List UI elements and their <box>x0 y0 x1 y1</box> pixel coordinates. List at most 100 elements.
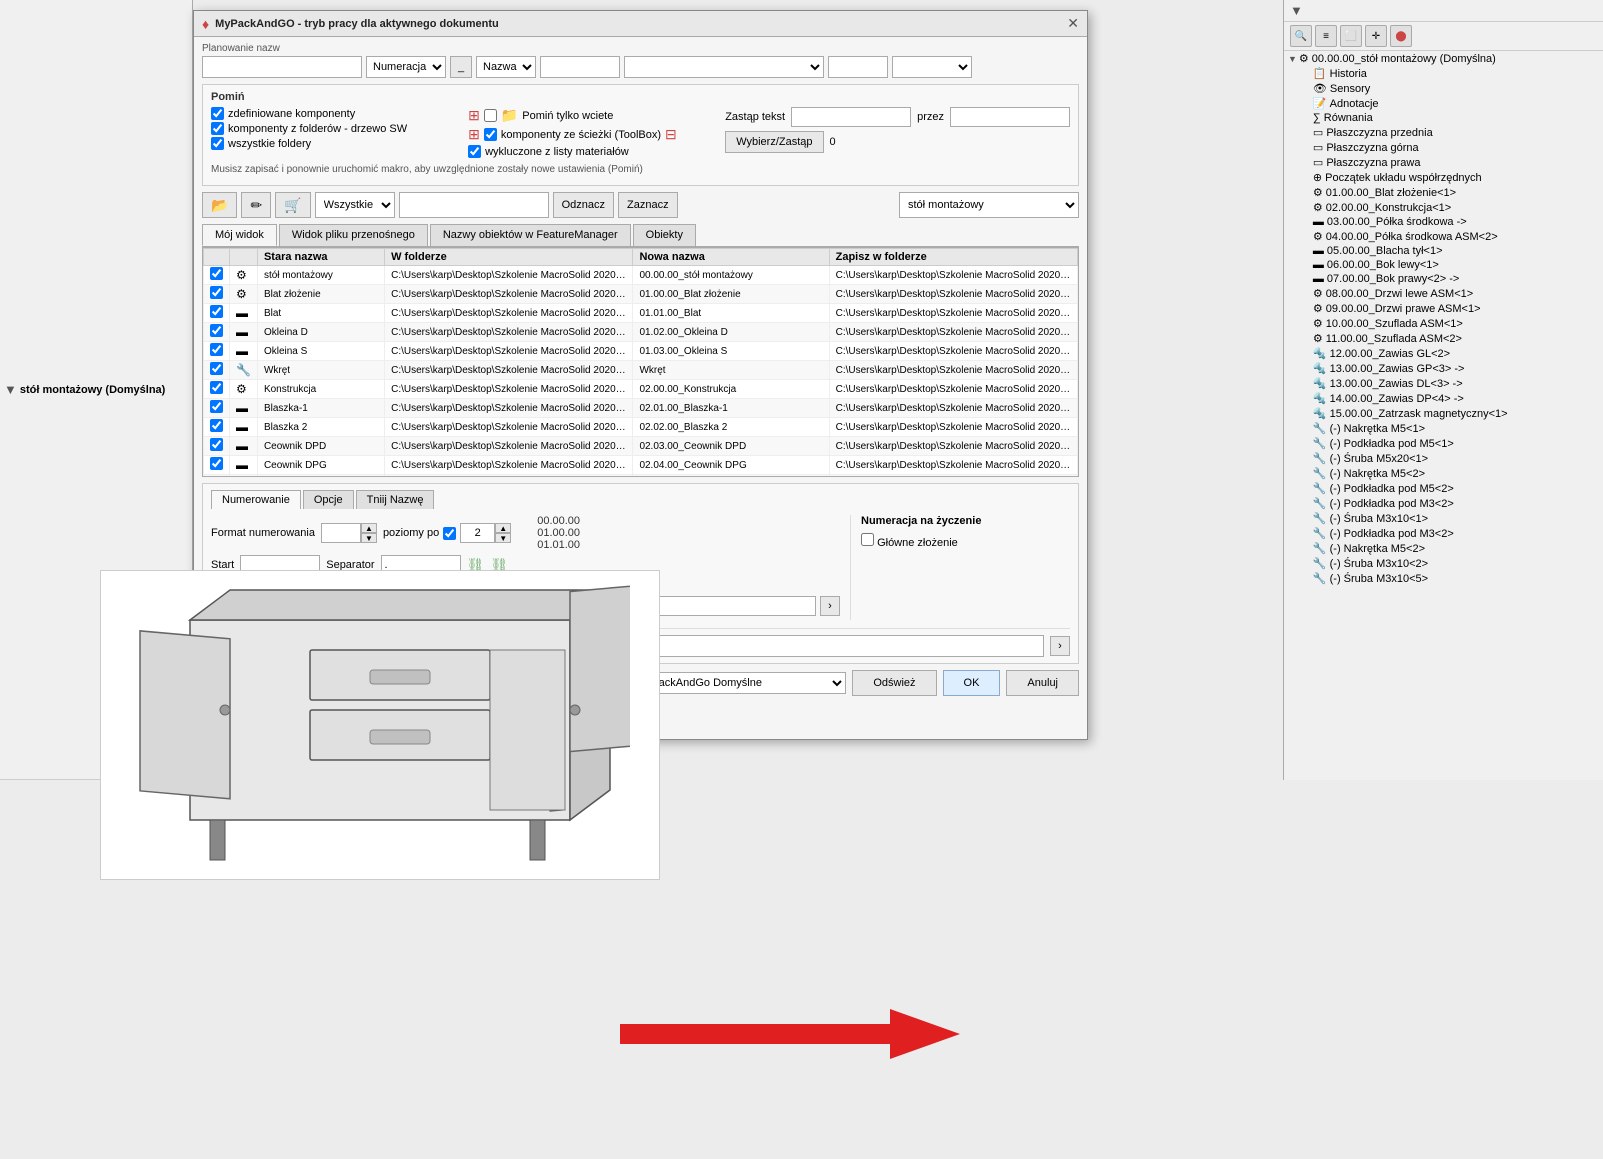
check-komp-fold-input[interactable] <box>211 122 224 135</box>
poziomy-spin-down[interactable]: ▼ <box>495 533 511 543</box>
folder-open-button[interactable]: 📂 <box>202 192 237 218</box>
check-wykluczone-input[interactable] <box>468 145 481 158</box>
right-tree-item[interactable]: ▶🔧(-) Śruba M3x10<2> <box>1284 556 1603 571</box>
right-toolbar-btn-4[interactable]: ✛ <box>1365 25 1387 47</box>
right-tree-item[interactable]: ▶🔧(-) Podkładka pod M5<1> <box>1284 436 1603 451</box>
zapisz-select[interactable]: PackAndGo Domyślne <box>646 672 846 694</box>
right-tree-item[interactable]: ▶⚙10.00.00_Szuflada ASM<1> <box>1284 316 1603 331</box>
zaznacz-button[interactable]: Zaznacz <box>618 192 678 218</box>
zapisz-folder-expand[interactable]: › <box>820 596 840 616</box>
row-check-cell[interactable] <box>204 380 230 399</box>
row-checkbox[interactable] <box>210 267 223 280</box>
planowanie-input-1[interactable] <box>202 56 362 78</box>
row-checkbox[interactable] <box>210 457 223 470</box>
right-tree-item[interactable]: ▶⚙08.00.00_Drzwi lewe ASM<1> <box>1284 286 1603 301</box>
check-toolbox-input[interactable] <box>484 128 497 141</box>
right-tree-item[interactable]: ▶🔧(-) Podkładka pod M3<2> <box>1284 496 1603 511</box>
row-check-cell[interactable] <box>204 475 230 478</box>
row-check-cell[interactable] <box>204 285 230 304</box>
tab-obiekty[interactable]: Obiekty <box>633 224 696 246</box>
right-tree-item[interactable]: ▶🔧(-) Podkładka pod M5<2> <box>1284 481 1603 496</box>
row-checkbox[interactable] <box>210 362 223 375</box>
odswiez-button[interactable]: Odśwież <box>852 670 936 696</box>
table-row[interactable]: ▬ Blat C:\Users\karp\Desktop\Szkolenie M… <box>204 304 1078 323</box>
zapisz-expand-btn[interactable]: › <box>1050 636 1070 656</box>
format-input[interactable] <box>321 523 361 543</box>
right-tree-item[interactable]: ▶👁Sensory <box>1284 81 1603 96</box>
filter-icon[interactable]: ▼ <box>4 382 17 397</box>
table-row[interactable]: 🔧 Wkręt C:\Users\karp\Desktop\Szkolenie … <box>204 361 1078 380</box>
right-tree-item[interactable]: ▶🔧(-) Nakrętka M5<2> <box>1284 541 1603 556</box>
planowanie-select-3[interactable] <box>624 56 824 78</box>
row-checkbox[interactable] <box>210 305 223 318</box>
planowanie-select-4[interactable] <box>892 56 972 78</box>
anuluj-button[interactable]: Anuluj <box>1006 670 1079 696</box>
right-tree-item[interactable]: ▶🔧(-) Nakrętka M5<2> <box>1284 466 1603 481</box>
poziomy-check[interactable] <box>443 527 456 540</box>
planowanie-input-2[interactable] <box>540 56 620 78</box>
right-tree-item[interactable]: ▶▭Płaszczyzna przednia <box>1284 125 1603 140</box>
right-tree-item[interactable]: ▶∑Równania <box>1284 111 1603 125</box>
row-check-cell[interactable] <box>204 399 230 418</box>
right-tree-item[interactable]: ▶⚙01.00.00_Blat złożenie<1> <box>1284 185 1603 200</box>
edit-button[interactable]: ✏ <box>241 192 271 218</box>
dialog-close-button[interactable]: ✕ <box>1067 15 1079 32</box>
tab-widok-pliku[interactable]: Widok pliku przenośnego <box>279 224 428 246</box>
format-spin-down[interactable]: ▼ <box>361 533 377 543</box>
right-tree-item[interactable]: ▶⊕Początek układu współrzędnych <box>1284 170 1603 185</box>
row-checkbox[interactable] <box>210 400 223 413</box>
row-checkbox[interactable] <box>210 476 223 477</box>
right-tree-item[interactable]: ▶▭Płaszczyzna górna <box>1284 140 1603 155</box>
table-row[interactable]: ⚙ stół montażowy C:\Users\karp\Desktop\S… <box>204 266 1078 285</box>
cart-button[interactable]: 🛒 <box>275 192 310 218</box>
poziomy-spin-up[interactable]: ▲ <box>495 523 511 533</box>
odznacz-button[interactable]: Odznacz <box>553 192 614 218</box>
right-tree-item[interactable]: ▶🔧(-) Śruba M5x20<1> <box>1284 451 1603 466</box>
right-tree-item[interactable]: ▶▬06.00.00_Bok lewy<1> <box>1284 258 1603 272</box>
wybierz-zastap-button[interactable]: Wybierz/Zastąp <box>725 131 823 153</box>
right-tree-item[interactable]: ▶🔧(-) Śruba M3x10<5> <box>1284 571 1603 586</box>
right-tree-item[interactable]: ▶📋Historia <box>1284 66 1603 81</box>
planowanie-select-numeracja[interactable]: Numeracja <box>366 56 446 78</box>
right-tree-item[interactable]: ▶🔩13.00.00_Zawias GP<3> -> <box>1284 361 1603 376</box>
zastap-from-input[interactable] <box>791 107 911 127</box>
right-tree-item[interactable]: ▶🔧(-) Nakrętka M5<1> <box>1284 421 1603 436</box>
search-input[interactable] <box>399 192 549 218</box>
right-tree-item[interactable]: ▶⚙02.00.00_Konstrukcja<1> <box>1284 200 1603 215</box>
check-zdef-input[interactable] <box>211 107 224 120</box>
right-tree-item[interactable]: ▶🔧(-) Podkładka pod M3<2> <box>1284 526 1603 541</box>
glowne-zlozenie-check[interactable] <box>861 533 874 546</box>
right-toolbar-btn-1[interactable]: 🔍 <box>1290 25 1312 47</box>
bottom-tab-tnij[interactable]: Tniij Nazwę <box>356 490 435 509</box>
right-toolbar-btn-5[interactable]: ⬤ <box>1390 25 1412 47</box>
table-row[interactable]: ▬ Blaszka 2 C:\Users\karp\Desktop\Szkole… <box>204 418 1078 437</box>
table-row[interactable]: ▬ Okleina D C:\Users\karp\Desktop\Szkole… <box>204 323 1078 342</box>
row-checkbox[interactable] <box>210 343 223 356</box>
ok-button[interactable]: OK <box>943 670 1001 696</box>
right-tree-item[interactable]: ▶🔩14.00.00_Zawias DP<4> -> <box>1284 391 1603 406</box>
row-checkbox[interactable] <box>210 419 223 432</box>
table-row[interactable]: ⚙ Konstrukcja C:\Users\karp\Desktop\Szko… <box>204 380 1078 399</box>
row-check-cell[interactable] <box>204 266 230 285</box>
right-toolbar-btn-3[interactable]: ⬜ <box>1340 25 1362 47</box>
table-row[interactable]: ▬ Blaszka-1 C:\Users\karp\Desktop\Szkole… <box>204 399 1078 418</box>
right-tree-item[interactable]: ▶🔧(-) Śruba M3x10<1> <box>1284 511 1603 526</box>
row-check-cell[interactable] <box>204 437 230 456</box>
right-tree-root[interactable]: ▼ ⚙ 00.00.00_stół montażowy (Domyślna) <box>1284 51 1603 66</box>
right-tree-item[interactable]: ▶🔩12.00.00_Zawias GL<2> <box>1284 346 1603 361</box>
right-tree-item[interactable]: ▶📝Adnotacje <box>1284 96 1603 111</box>
right-tree-item[interactable]: ▶⚙04.00.00_Półka środkowa ASM<2> <box>1284 229 1603 244</box>
right-tree-item[interactable]: ▶⚙09.00.00_Drzwi prawe ASM<1> <box>1284 301 1603 316</box>
row-check-cell[interactable] <box>204 304 230 323</box>
format-spin-up[interactable]: ▲ <box>361 523 377 533</box>
row-check-cell[interactable] <box>204 361 230 380</box>
row-checkbox[interactable] <box>210 381 223 394</box>
bottom-tab-opcje[interactable]: Opcje <box>303 490 354 509</box>
zastap-to-input[interactable] <box>950 107 1070 127</box>
table-row[interactable]: ▬ Ceownik DTD C:\Users\karp\Desktop\Szko… <box>204 475 1078 478</box>
bottom-tab-numerowanie[interactable]: Numerowanie <box>211 490 301 509</box>
table-row[interactable]: ▬ Okleina S C:\Users\karp\Desktop\Szkole… <box>204 342 1078 361</box>
planowanie-select-nazwa[interactable]: Nazwa <box>476 56 536 78</box>
table-row[interactable]: ▬ Ceownik DPD C:\Users\karp\Desktop\Szko… <box>204 437 1078 456</box>
right-tree-item[interactable]: ▶▬05.00.00_Blacha tył<1> <box>1284 244 1603 258</box>
